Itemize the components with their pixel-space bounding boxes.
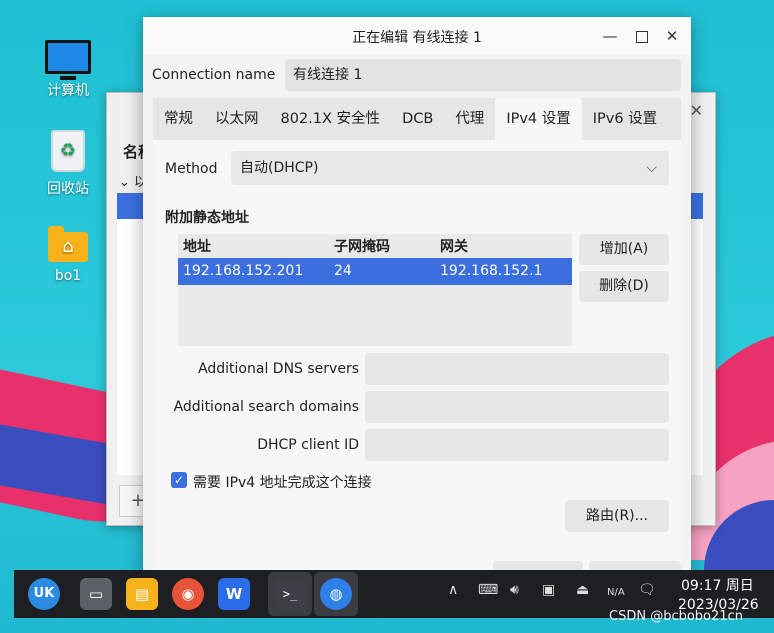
delete-address-button[interactable]: 删除(D) xyxy=(579,271,669,302)
dns-servers-input[interactable] xyxy=(365,353,669,385)
dhcp-client-id-input[interactable] xyxy=(365,429,669,461)
address-table: 地址 子网掩码 网关 192.168.152.201 24 192.168.15… xyxy=(178,234,572,346)
trash-icon: ♻ xyxy=(51,130,85,172)
clock-time[interactable]: 09:17 周日 xyxy=(681,575,754,595)
wps-button[interactable]: W xyxy=(218,578,250,610)
close-button[interactable]: ✕ xyxy=(659,23,685,49)
home-folder-icon: ⌂ xyxy=(48,226,88,262)
desktop-icon-label: bo1 xyxy=(54,268,82,284)
method-value: 自动(DHCP) xyxy=(240,160,319,176)
chevron-up-icon[interactable]: ∧ xyxy=(448,582,458,598)
column-header-address: 地址 xyxy=(183,239,211,255)
tab-ipv6-settings[interactable]: IPv6 设置 xyxy=(582,98,668,140)
minimize-button[interactable]: — xyxy=(597,23,623,49)
settings-tabs: 常规 以太网 802.1X 安全性 DCB 代理 IPv4 设置 IPv6 设置 xyxy=(153,98,681,140)
desktop-icon-computer[interactable]: 计算机 xyxy=(30,40,106,100)
table-row[interactable]: 192.168.152.201 24 192.168.152.1 xyxy=(178,258,572,285)
static-address-section-title: 附加静态地址 xyxy=(165,210,249,226)
chevron-down-icon: ⌵ xyxy=(646,160,657,176)
maximize-button[interactable] xyxy=(629,23,655,49)
multitask-view-button[interactable]: ▭ xyxy=(80,578,112,610)
tab-proxy[interactable]: 代理 xyxy=(444,98,495,140)
input-method-indicator[interactable]: N/A xyxy=(607,587,625,598)
add-address-button[interactable]: 增加(A) xyxy=(579,234,669,265)
require-ipv4-checkbox[interactable]: ✓ xyxy=(171,472,187,488)
require-ipv4-label: 需要 IPv4 地址完成这个连接 xyxy=(193,475,372,491)
method-select[interactable]: 自动(DHCP) ⌵ xyxy=(231,151,669,185)
dialog-titlebar: 正在编辑 有线连接 1 — ✕ xyxy=(143,17,691,55)
usb-icon[interactable]: ⏏ xyxy=(576,582,589,598)
network-settings-button[interactable]: ◍ xyxy=(320,578,352,610)
volume-icon[interactable]: 🔊︎ xyxy=(510,582,519,598)
keyboard-icon[interactable]: ⌨ xyxy=(478,582,498,598)
computer-icon xyxy=(45,40,91,80)
tab-8021x-security[interactable]: 802.1X 安全性 xyxy=(270,98,392,140)
desktop-icon-trash[interactable]: ♻ 回收站 xyxy=(30,130,106,198)
connection-name-label: Connection name xyxy=(152,67,276,83)
search-domains-input[interactable] xyxy=(365,391,669,423)
routes-button[interactable]: 路由(R)... xyxy=(565,500,669,532)
method-label: Method xyxy=(165,161,218,177)
desktop-icon-label: 计算机 xyxy=(47,83,89,99)
tab-ethernet[interactable]: 以太网 xyxy=(204,98,270,140)
network-disconnected-icon[interactable]: ▣ xyxy=(542,582,555,598)
table-header: 地址 子网掩码 网关 xyxy=(178,234,572,258)
firefox-button[interactable]: ◉ xyxy=(172,578,204,610)
desktop-icon-label: 回收站 xyxy=(47,181,89,197)
address-cell: 192.168.152.201 xyxy=(183,263,304,279)
connection-name-input[interactable]: 有线连接 1 xyxy=(285,59,681,91)
dhcp-client-id-label: DHCP client ID xyxy=(257,437,359,453)
search-domains-label: Additional search domains xyxy=(173,399,359,415)
watermark: CSDN @bcbobo21cn xyxy=(609,609,743,624)
column-header-netmask: 子网掩码 xyxy=(334,239,390,255)
close-icon[interactable]: ✕ xyxy=(690,101,703,120)
terminal-button[interactable]: >_ xyxy=(274,578,306,610)
dns-servers-label: Additional DNS servers xyxy=(198,361,359,377)
edit-connection-dialog: 正在编辑 有线连接 1 — ✕ Connection name 有线连接 1 常… xyxy=(143,17,691,577)
netmask-cell: 24 xyxy=(334,263,352,279)
tab-general[interactable]: 常规 xyxy=(153,98,204,140)
gateway-cell: 192.168.152.1 xyxy=(440,263,543,279)
tab-dcb[interactable]: DCB xyxy=(391,98,444,140)
file-manager-button[interactable]: ▤ xyxy=(126,578,158,610)
ipv4-settings-pane: Method 自动(DHCP) ⌵ 附加静态地址 地址 子网掩码 网关 192.… xyxy=(153,140,681,573)
column-header-gateway: 网关 xyxy=(440,239,468,255)
maximize-icon xyxy=(636,30,648,43)
tab-ipv4-settings[interactable]: IPv4 设置 xyxy=(495,98,582,140)
start-menu-button[interactable]: UK xyxy=(28,578,60,610)
notification-icon[interactable]: 🗨︎ xyxy=(638,582,656,598)
desktop-icon-home[interactable]: ⌂ bo1 xyxy=(30,226,106,284)
